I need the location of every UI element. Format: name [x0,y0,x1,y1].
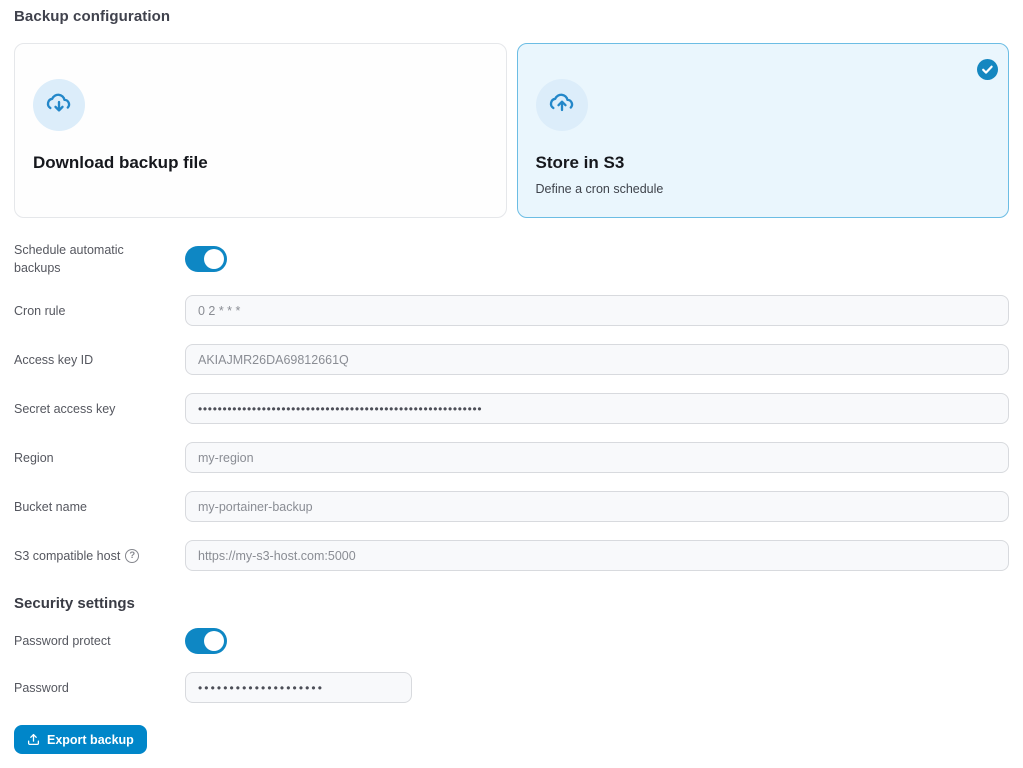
s3-host-label: S3 compatible host [14,547,120,565]
bucket-name-input[interactable] [185,491,1009,522]
export-backup-button[interactable]: Export backup [14,725,147,754]
access-key-id-label: Access key ID [14,351,185,369]
cloud-download-icon [33,79,85,131]
option-title-s3: Store in S3 [536,153,991,173]
password-protect-label: Password protect [14,632,185,650]
upload-icon [27,733,40,746]
schedule-backups-toggle[interactable] [185,246,227,272]
region-input[interactable] [185,442,1009,473]
password-input[interactable] [185,672,412,703]
row-schedule-automatic-backups: Schedule automatic backups [14,241,1009,277]
backup-method-selector: Download backup file Store in S3 Define … [14,43,1009,218]
row-password: Password [14,672,1009,703]
row-region: Region [14,442,1009,473]
s3-host-label-wrap: S3 compatible host ? [14,547,185,565]
cron-rule-label: Cron rule [14,302,185,320]
row-access-key-id: Access key ID [14,344,1009,375]
backup-configuration-page: Backup configuration Download backup fil… [0,0,1023,768]
toggle-knob [204,249,224,269]
row-cron-rule: Cron rule [14,295,1009,326]
page-title: Backup configuration [14,8,1009,25]
option-store-in-s3[interactable]: Store in S3 Define a cron schedule [517,43,1010,218]
row-secret-access-key: Secret access key [14,393,1009,424]
help-icon[interactable]: ? [125,549,139,563]
selected-check-icon [977,59,998,80]
security-settings-title: Security settings [14,595,1009,612]
access-key-id-input[interactable] [185,344,1009,375]
bucket-name-label: Bucket name [14,498,185,516]
region-label: Region [14,449,185,467]
cloud-upload-icon [536,79,588,131]
row-s3-compatible-host: S3 compatible host ? [14,540,1009,571]
schedule-backups-label: Schedule automatic backups [14,241,185,277]
row-bucket-name: Bucket name [14,491,1009,522]
password-protect-toggle[interactable] [185,628,227,654]
secret-access-key-input[interactable] [185,393,1009,424]
s3-host-input[interactable] [185,540,1009,571]
option-download-backup-file[interactable]: Download backup file [14,43,507,218]
option-title-download: Download backup file [33,153,488,173]
option-subtitle-s3: Define a cron schedule [536,182,991,196]
secret-access-key-label: Secret access key [14,400,185,418]
toggle-knob [204,631,224,651]
export-backup-label: Export backup [47,733,134,747]
password-label: Password [14,679,185,697]
row-password-protect: Password protect [14,628,1009,654]
cron-rule-input[interactable] [185,295,1009,326]
